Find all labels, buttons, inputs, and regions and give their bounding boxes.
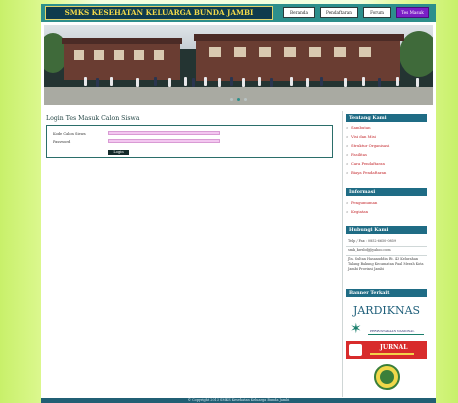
sidebar: Tentang Kami » Sambutan » Visi dan Misi » S… xyxy=(342,111,431,397)
divider xyxy=(346,255,427,256)
divider xyxy=(346,246,427,247)
nav-pendaftaran[interactable]: Pendaftaran xyxy=(320,7,358,18)
footer: © Copyright 2013 SMKS Kesehatan Keluarga… xyxy=(41,398,436,403)
sidebar-item-kegiatan[interactable]: » Kegiatan xyxy=(346,209,368,215)
login-panel: Login Tes Masuk Calon Siswa Kode Calon S… xyxy=(46,115,338,398)
jurnal-logo-icon xyxy=(349,344,362,356)
login-button[interactable]: Login xyxy=(108,150,129,155)
perpustakaan-banner[interactable]: ✶ PERPUSTAKAAN NASIONAL xyxy=(346,321,427,339)
image-slider[interactable] xyxy=(44,25,433,105)
slider-dot[interactable] xyxy=(230,98,233,101)
nav-tes-masuk[interactable]: Tes Masuk xyxy=(396,7,429,18)
contact-email: smk_kwsbdj@yahoo.com xyxy=(348,248,391,252)
banner-terkait-heading: Banner Terkait xyxy=(346,289,427,297)
sidebar-item-visi-misi[interactable]: » Visi dan Misi xyxy=(346,134,376,140)
nav-forum[interactable]: Forum xyxy=(363,7,391,18)
nav-beranda[interactable]: Beranda xyxy=(283,7,315,18)
jurnal-banner[interactable]: JURNAL xyxy=(346,341,427,359)
kode-label: Kode Calon Siswa xyxy=(53,132,86,136)
hubungi-kami-heading: Hubungi Kami xyxy=(346,226,427,234)
star-logo-icon: ✶ xyxy=(350,321,362,337)
tentang-kami-heading: Tentang Kami xyxy=(346,114,427,122)
informasi-heading: Informasi xyxy=(346,188,427,196)
sidebar-item-fasilitas[interactable]: » Fasilitas xyxy=(346,152,367,158)
sidebar-item-sambutan[interactable]: » Sambutan xyxy=(346,125,371,131)
login-form: Kode Calon Siswa Password Login xyxy=(46,126,333,158)
tree xyxy=(399,31,433,77)
slider-dot[interactable] xyxy=(244,98,247,101)
site-container: SMKS KESEHATAN KELUARGA BUNDA JAMBI Bera… xyxy=(41,4,436,403)
password-input[interactable] xyxy=(108,139,220,143)
slider-dot-active[interactable] xyxy=(237,98,240,101)
sidebar-item-pengumuman[interactable]: » Pengumuman xyxy=(346,200,377,206)
jardiknas-banner[interactable]: JARDIKNAS xyxy=(346,301,427,321)
school-emblem[interactable] xyxy=(346,363,427,393)
contact-address: Jln. Sultan Hasanuddin Rt. 43 Kelurahan … xyxy=(348,257,424,271)
password-label: Password xyxy=(53,140,71,144)
sidebar-item-cara-pendaftaran[interactable]: » Cara Pendaftaran xyxy=(346,161,385,167)
kode-calon-siswa-input[interactable] xyxy=(108,131,220,135)
contact-phone: Telp / Fax : 0852-6650-0859 xyxy=(348,239,397,243)
login-title: Login Tes Masuk Calon Siswa xyxy=(46,115,140,122)
site-brand[interactable]: SMKS KESEHATAN KELUARGA BUNDA JAMBI xyxy=(45,6,273,20)
sidebar-item-struktur[interactable]: » Struktur Organisasi xyxy=(346,143,389,149)
sidebar-item-biaya[interactable]: » Biaya Pendaftaran xyxy=(346,170,386,176)
header: SMKS KESEHATAN KELUARGA BUNDA JAMBI Bera… xyxy=(41,4,436,22)
